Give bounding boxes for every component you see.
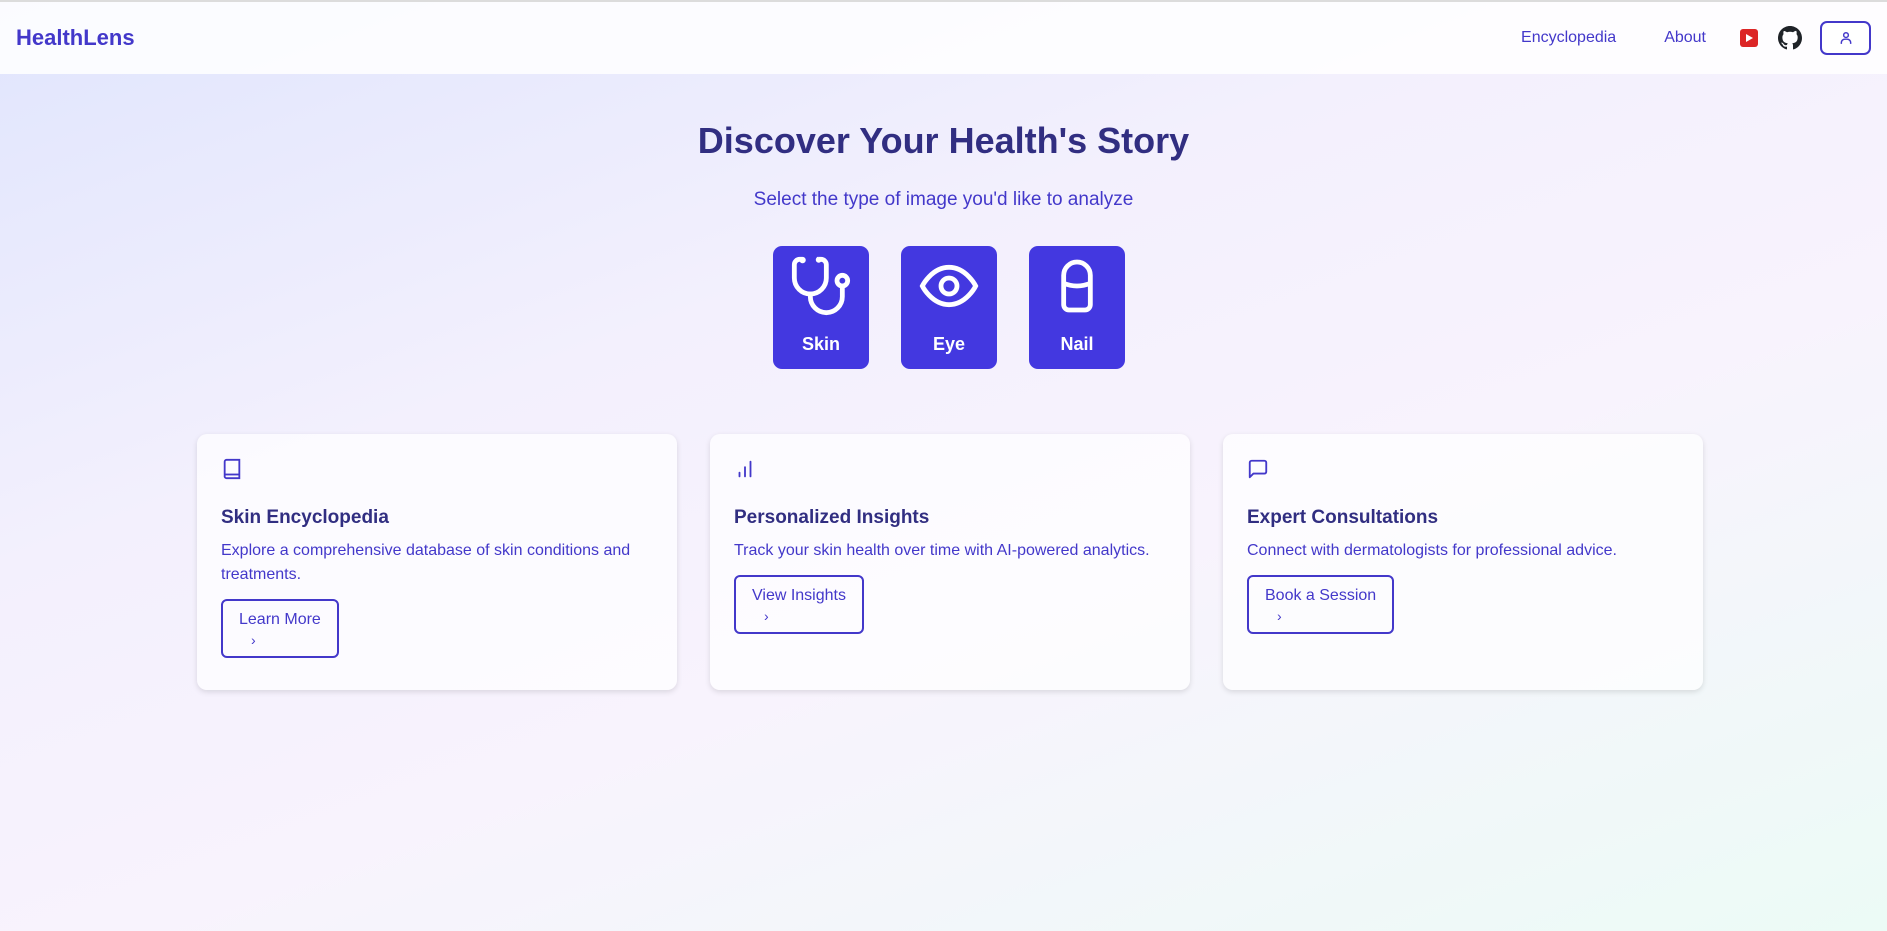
card-title: Personalized Insights bbox=[734, 507, 930, 528]
button-label: View Insights bbox=[752, 587, 846, 604]
image-type-skin[interactable]: Skin bbox=[773, 246, 869, 369]
image-type-label: Nail bbox=[1060, 334, 1094, 354]
button-label: Learn More bbox=[239, 611, 321, 628]
chevron-right-icon: › bbox=[251, 632, 256, 648]
nav: Encyclopedia About bbox=[1521, 21, 1871, 55]
card-title: Expert Consultations bbox=[1247, 507, 1439, 528]
view-insights-button[interactable]: View Insights › bbox=[734, 575, 864, 634]
card-skin-encyclopedia: Skin Encyclopedia Explore a comprehensiv… bbox=[197, 434, 677, 690]
card-description: Connect with dermatologists for professi… bbox=[1247, 542, 1617, 559]
card-description: Track your skin health over time with AI… bbox=[734, 542, 1150, 559]
page-title: Discover Your Health's Story bbox=[697, 120, 1190, 161]
nav-about[interactable]: About bbox=[1664, 29, 1706, 47]
image-type-label: Skin bbox=[801, 334, 840, 354]
eye-icon bbox=[919, 264, 979, 308]
image-type-selector: Skin Eye Nail bbox=[773, 246, 1125, 369]
user-button[interactable] bbox=[1820, 21, 1871, 55]
youtube-icon[interactable] bbox=[1740, 29, 1758, 47]
book-session-button[interactable]: Book a Session › bbox=[1247, 575, 1395, 634]
image-type-eye[interactable]: Eye bbox=[901, 246, 997, 369]
message-icon bbox=[1248, 459, 1268, 479]
book-icon bbox=[223, 458, 241, 480]
image-type-label: Eye bbox=[932, 334, 966, 354]
nav-encyclopedia[interactable]: Encyclopedia bbox=[1521, 29, 1616, 47]
nail-icon bbox=[1061, 259, 1093, 313]
card-expert-consultations: Expert Consultations Connect with dermat… bbox=[1223, 434, 1703, 690]
learn-more-button[interactable]: Learn More › bbox=[221, 599, 339, 658]
bar-chart-icon bbox=[738, 460, 752, 478]
chevron-right-icon: › bbox=[1277, 608, 1282, 624]
card-personalized-insights: Personalized Insights Track your skin he… bbox=[710, 434, 1190, 690]
chevron-right-icon: › bbox=[764, 608, 769, 624]
user-icon bbox=[1840, 32, 1851, 44]
card-title: Skin Encyclopedia bbox=[221, 507, 389, 528]
header: HealthLens Encyclopedia About bbox=[0, 2, 1887, 74]
card-description: Explore a comprehensive database of skin… bbox=[221, 542, 631, 583]
github-icon[interactable] bbox=[1778, 26, 1802, 50]
feature-cards: Skin Encyclopedia Explore a comprehensiv… bbox=[197, 434, 1703, 690]
page-subtitle: Select the type of image you'd like to a… bbox=[753, 189, 1134, 210]
logo[interactable]: HealthLens bbox=[16, 25, 135, 51]
button-label: Book a Session bbox=[1265, 587, 1377, 604]
stethoscope-icon bbox=[791, 256, 851, 316]
image-type-nail[interactable]: Nail bbox=[1029, 246, 1125, 369]
